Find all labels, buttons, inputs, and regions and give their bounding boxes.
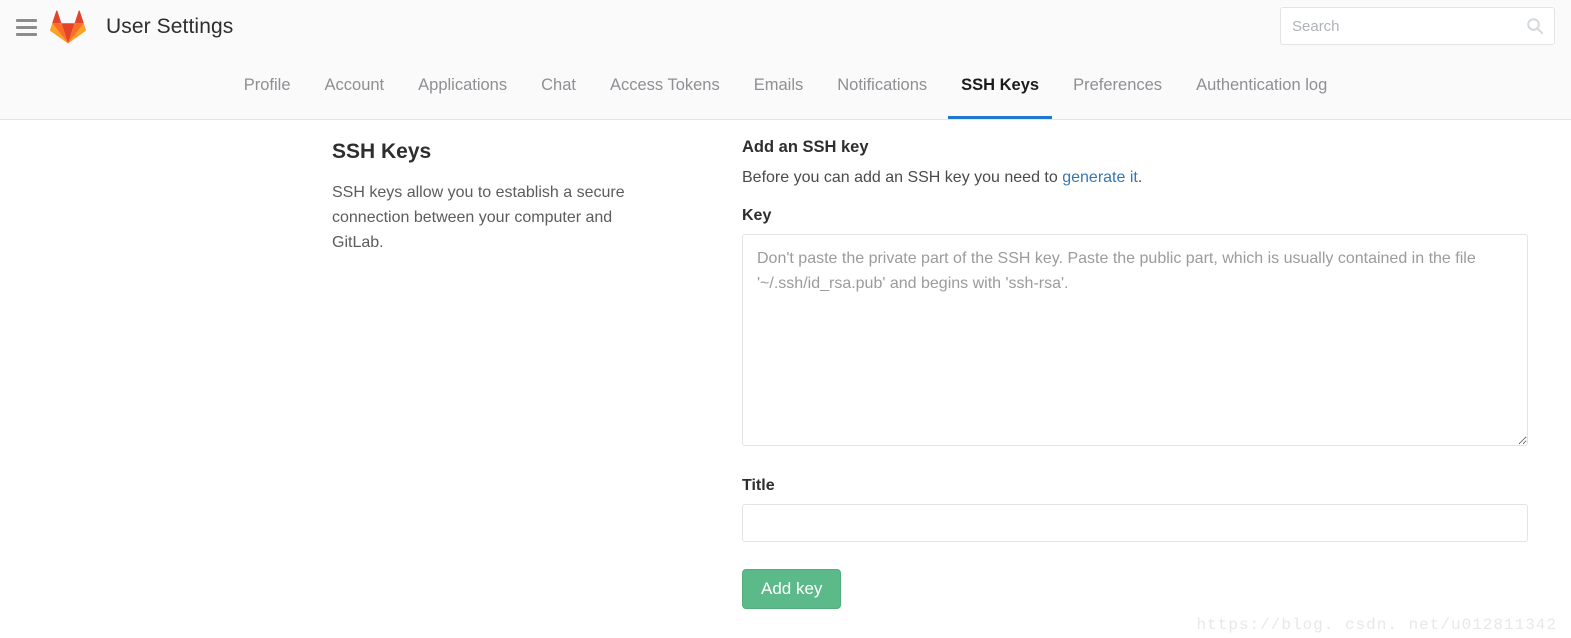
tab-ssh-keys[interactable]: SSH Keys xyxy=(944,54,1056,119)
settings-nav: Profile Account Applications Chat Access… xyxy=(0,54,1571,120)
hamburger-bar xyxy=(15,25,37,29)
title-input[interactable] xyxy=(742,504,1528,542)
generate-key-hint-prefix: Before you can add an SSH key you need t… xyxy=(742,169,1063,186)
tab-chat[interactable]: Chat xyxy=(524,54,593,119)
gitlab-logo-icon[interactable] xyxy=(48,8,88,46)
search-input[interactable] xyxy=(1280,7,1555,45)
add-key-button[interactable]: Add key xyxy=(742,569,842,610)
ssh-keys-heading: SSH Keys xyxy=(332,140,432,163)
ssh-keys-info-panel: SSH Keys SSH keys allow you to establish… xyxy=(332,140,672,255)
hamburger-bar xyxy=(15,32,37,36)
title-field-label: Title xyxy=(742,477,775,494)
main-content: SSH Keys SSH keys allow you to establish… xyxy=(0,120,1571,638)
key-field-label: Key xyxy=(742,207,772,224)
tab-access-tokens[interactable]: Access Tokens xyxy=(593,54,737,119)
hamburger-icon[interactable] xyxy=(6,7,46,47)
tab-authentication-log[interactable]: Authentication log xyxy=(1179,54,1344,119)
tab-applications[interactable]: Applications xyxy=(401,54,524,119)
tab-profile[interactable]: Profile xyxy=(227,54,308,119)
tab-notifications[interactable]: Notifications xyxy=(820,54,944,119)
watermark-text: https://blog. csdn. net/u012811342 xyxy=(1196,616,1557,634)
add-ssh-key-form: Add an SSH key Before you can add an SSH… xyxy=(742,138,1528,610)
search-box xyxy=(1280,7,1555,45)
tab-account[interactable]: Account xyxy=(308,54,402,119)
tab-emails[interactable]: Emails xyxy=(737,54,821,119)
add-ssh-key-heading: Add an SSH key xyxy=(742,138,869,156)
key-textarea[interactable] xyxy=(742,234,1528,446)
top-bar: User Settings xyxy=(0,0,1571,54)
generate-key-hint-suffix: . xyxy=(1137,169,1143,186)
hamburger-bar xyxy=(15,18,37,22)
settings-nav-list: Profile Account Applications Chat Access… xyxy=(227,54,1345,119)
page-title: User Settings xyxy=(106,15,234,38)
title-field-group: Title xyxy=(742,477,1528,542)
tab-preferences[interactable]: Preferences xyxy=(1056,54,1179,119)
ssh-keys-description: SSH keys allow you to establish a secure… xyxy=(332,184,625,251)
generate-it-link[interactable]: generate it xyxy=(1062,169,1138,186)
generate-key-hint: Before you can add an SSH key you need t… xyxy=(742,169,1528,187)
